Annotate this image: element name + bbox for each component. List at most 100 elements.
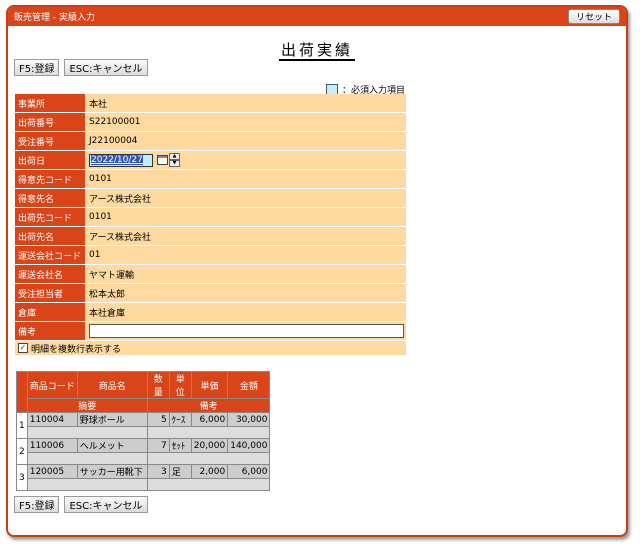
col-header-amount: 金額 (227, 371, 271, 399)
field-remarks: 備考 (15, 322, 406, 340)
detail-table: 商品コード 商品名 数量 単位 単価 金額 摘要 備考 1 110004 野球ボ… (16, 371, 271, 491)
col-header-qty: 数量 (146, 371, 170, 399)
remarks-cell (85, 322, 406, 340)
cell-qty: 3 (146, 464, 170, 479)
field-label: 受注担当者 (15, 284, 85, 302)
main-window: 販売管理 - 実績入力 リセット 出荷実績 F5:登録 ESC:キャンセル ：必… (6, 5, 628, 537)
title-bar: 販売管理 - 実績入力 リセット (8, 7, 626, 26)
col-header-summary: 摘要 (26, 398, 148, 413)
field-label: 倉庫 (15, 303, 85, 321)
ship-date-cell: 2022/10/27 ▲ ▼ (85, 151, 406, 169)
table-row[interactable]: 2 110006 ヘルメット 7 ｾｯﾄ 20,000 140,000 (16, 438, 271, 465)
col-header-name: 商品名 (76, 371, 148, 399)
cell-name: サッカー用靴下 (76, 464, 148, 479)
cell-code: 110004 (26, 412, 78, 427)
field-value: ヤマト運輸 (85, 265, 406, 283)
shipment-form: 事業所 本社 出荷番号 S22100001 受注番号 J22100004 出荷日… (15, 94, 406, 355)
field-shipment-no: 出荷番号 S22100001 (15, 113, 406, 131)
detail-subheader-row: 摘要 備考 (17, 398, 271, 413)
field-value: アース株式会社 (85, 189, 406, 207)
cell-price: 20,000 (190, 438, 229, 453)
field-label: 運送会社コード (15, 246, 85, 264)
index-header (16, 371, 28, 413)
field-label: 出荷日 (15, 151, 85, 169)
field-warehouse: 倉庫 本社倉庫 (15, 303, 406, 321)
ship-date-input[interactable]: 2022/10/27 (89, 153, 153, 167)
cell-summary (26, 478, 148, 491)
field-label: 出荷先名 (15, 227, 85, 245)
cancel-button[interactable]: ESC:キャンセル (64, 496, 148, 513)
field-label: 出荷先コード (15, 208, 85, 226)
row-number: 3 (16, 464, 28, 491)
register-button[interactable]: F5:登録 (14, 496, 60, 513)
field-value: アース株式会社 (85, 227, 406, 245)
reset-button[interactable]: リセット (567, 9, 620, 24)
field-destination-name: 出荷先名 アース株式会社 (15, 227, 406, 245)
multi-line-checkbox[interactable]: ✓ (18, 343, 28, 353)
row-number: 2 (16, 438, 28, 465)
cell-price: 6,000 (190, 412, 229, 427)
cell-remarks (146, 426, 271, 439)
cell-qty: 7 (146, 438, 170, 453)
field-value: 本社 (85, 94, 406, 112)
field-destination-code: 出荷先コード 0101 (15, 208, 406, 226)
col-header-unit: 単位 (168, 371, 192, 399)
field-value: S22100001 (85, 113, 406, 131)
cell-remarks (146, 452, 271, 465)
cell-name: 野球ボール (76, 412, 148, 427)
field-label: 得意先コード (15, 170, 85, 188)
cell-qty: 5 (146, 412, 170, 427)
table-row-sub (17, 426, 271, 439)
field-office: 事業所 本社 (15, 94, 406, 112)
field-label: 運送会社名 (15, 265, 85, 283)
field-label: 得意先名 (15, 189, 85, 207)
field-customer-code: 得意先コード 0101 (15, 170, 406, 188)
cell-summary (26, 452, 148, 465)
page-title: 出荷実績 (278, 41, 355, 61)
remarks-input[interactable] (89, 324, 404, 338)
field-order-no: 受注番号 J22100004 (15, 132, 406, 150)
field-carrier-code: 運送会社コード 01 (15, 246, 406, 264)
field-label: 受注番号 (15, 132, 85, 150)
field-value: J22100004 (85, 132, 406, 150)
cell-price: 2,000 (190, 464, 229, 479)
cancel-button[interactable]: ESC:キャンセル (64, 59, 148, 76)
cell-amount: 140,000 (227, 438, 271, 453)
cell-name: ヘルメット (76, 438, 148, 453)
cell-unit: ｹｰｽ (168, 412, 192, 427)
spin-down-icon[interactable]: ▼ (169, 160, 180, 167)
field-value: 本社倉庫 (85, 303, 406, 321)
cell-code: 120005 (26, 464, 78, 479)
col-header-code: 商品コード (26, 371, 78, 399)
field-value: 01 (85, 246, 406, 264)
cell-amount: 6,000 (227, 464, 271, 479)
field-customer-name: 得意先名 アース株式会社 (15, 189, 406, 207)
cell-amount: 30,000 (227, 412, 271, 427)
table-row[interactable]: 1 110004 野球ボール 5 ｹｰｽ 6,000 30,000 (16, 412, 271, 439)
col-header-price: 単価 (190, 371, 229, 399)
top-toolbar: F5:登録 ESC:キャンセル (14, 59, 148, 76)
field-ship-date: 出荷日 2022/10/27 ▲ ▼ (15, 151, 406, 169)
field-sales-rep: 受注担当者 松本太郎 (15, 284, 406, 302)
table-row[interactable]: 3 120005 サッカー用靴下 3 足 2,000 6,000 (16, 464, 271, 491)
calendar-icon[interactable] (157, 155, 168, 165)
field-value: 松本太郎 (85, 284, 406, 302)
field-label: 備考 (15, 322, 85, 340)
cell-unit: ｾｯﾄ (168, 438, 192, 453)
register-button[interactable]: F5:登録 (14, 59, 60, 76)
field-carrier-name: 運送会社名 ヤマト運輸 (15, 265, 406, 283)
row-number: 1 (16, 412, 28, 439)
cell-unit: 足 (168, 464, 192, 479)
multi-line-label: 明細を複数行表示する (31, 344, 122, 355)
table-row-sub (17, 478, 271, 491)
detail-header-row: 商品コード 商品名 数量 単位 単価 金額 (16, 371, 271, 413)
field-label: 事業所 (15, 94, 85, 112)
field-value: 0101 (85, 208, 406, 226)
bottom-toolbar: F5:登録 ESC:キャンセル (14, 496, 148, 513)
cell-code: 110006 (26, 438, 78, 453)
field-label: 出荷番号 (15, 113, 85, 131)
cell-remarks (146, 478, 271, 491)
cell-summary (26, 426, 148, 439)
date-spinner[interactable]: ▲ ▼ (169, 153, 180, 167)
spin-up-icon[interactable]: ▲ (169, 153, 180, 160)
